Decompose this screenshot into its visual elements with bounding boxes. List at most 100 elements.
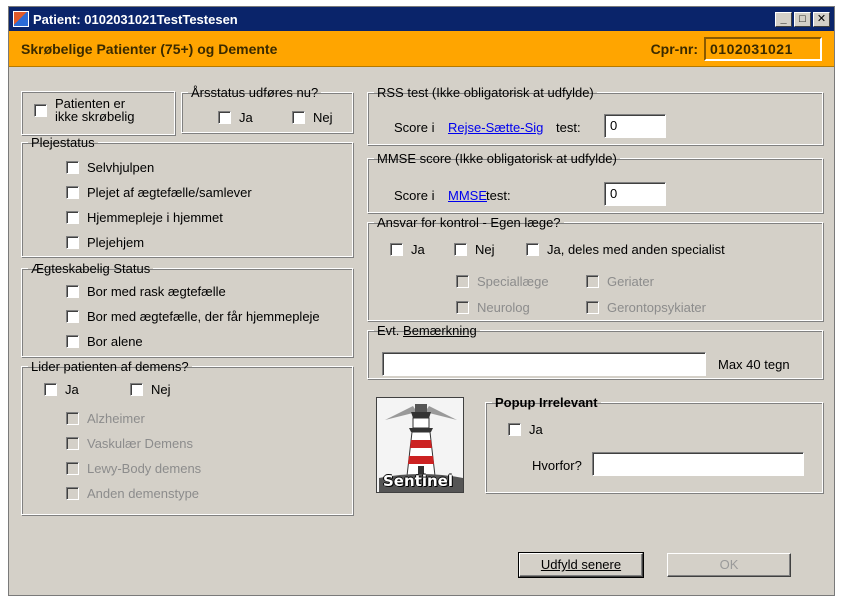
responsibility-shared-checkbox[interactable] [526,243,539,256]
minimize-button[interactable]: _ [775,11,792,27]
mmse-group: MMSE score (Ikke obligatorisk at udfylde… [367,151,823,213]
specialist-label: Geriater [607,274,654,289]
mmse-legend: MMSE score (Ikke obligatorisk at udfylde… [377,151,617,166]
dementia-type-label: Lewy-Body demens [87,461,202,476]
popup-yes[interactable]: Ja [508,422,543,437]
responsibility-no-checkbox[interactable] [454,243,467,256]
dementia-type-checkbox[interactable] [66,412,79,425]
sentinel-logo: Sentinel [376,397,464,493]
specialist-item[interactable]: Gerontopsykiater [586,300,706,315]
marital-status-item[interactable]: Bor med ægtefælle, der får hjemmepleje [66,309,320,324]
fragile-label-line2: ikke skrøbelig [55,109,135,124]
specialist-item[interactable]: Neurolog [456,300,530,315]
fragile-label: Patienten er ikke skrøbelig [55,97,134,123]
care-status-item[interactable]: Plejehjem [66,235,144,250]
app-icon [13,11,29,27]
dementia-type-item[interactable]: Vaskulær Demens [66,436,193,451]
annual-status-no-checkbox[interactable] [292,111,305,124]
marital-status-legend: Ægteskabelig Status [31,261,151,276]
popup-why-label: Hvorfor? [532,458,582,473]
specialist-checkbox[interactable] [586,275,599,288]
fill-later-button[interactable]: Udfyld senere [518,552,644,578]
remark-group: Evt. Bemærkning Max 40 tegn [367,323,823,379]
responsibility-legend: Ansvar for kontrol - Egen læge? [377,215,561,230]
fragile-checkbox[interactable] [34,103,47,117]
dementia-type-item[interactable]: Anden demenstype [66,486,199,501]
remark-max-label: Max 40 tegn [718,357,790,372]
rss-link[interactable]: Rejse-Sætte-Sig [448,120,543,135]
care-status-checkbox[interactable] [66,161,79,174]
marital-status-checkbox[interactable] [66,285,79,298]
annual-status-yes[interactable]: Ja [218,110,253,125]
dementia-type-item[interactable]: Lewy-Body demens [66,461,201,476]
care-status-checkbox[interactable] [66,186,79,199]
specialist-item[interactable]: Speciallæge [456,274,549,289]
remark-legend: Evt. Bemærkning [374,323,480,338]
dementia-no-checkbox[interactable] [130,383,143,396]
dementia-type-label: Vaskulær Demens [87,436,193,451]
title-bar[interactable]: Patient: 0102031021TestTestesen _ □ ✕ [9,7,834,31]
annual-status-no[interactable]: Nej [292,110,333,125]
dementia-type-checkbox[interactable] [66,487,79,500]
mmse-suffix: test: [486,188,511,203]
specialist-checkbox[interactable] [456,301,469,314]
window-controls: _ □ ✕ [775,11,830,27]
marital-status-item[interactable]: Bor med rask ægtefælle [66,284,226,299]
marital-status-item[interactable]: Bor alene [66,334,143,349]
marital-status-checkbox[interactable] [66,310,79,323]
dementia-type-checkbox[interactable] [66,437,79,450]
care-status-label: Hjemmepleje i hjemmet [87,210,223,225]
dementia-yes-checkbox[interactable] [44,383,57,396]
close-button[interactable]: ✕ [813,11,830,27]
cpr-field: 0102031021 [704,36,822,61]
specialist-label: Gerontopsykiater [607,300,706,315]
dementia-no-label: Nej [151,382,171,397]
annual-status-yes-checkbox[interactable] [218,111,231,124]
specialist-item[interactable]: Geriater [586,274,654,289]
dementia-type-checkbox[interactable] [66,462,79,475]
dementia-type-label: Alzheimer [87,411,145,426]
dementia-yes[interactable]: Ja [44,382,79,397]
rss-legend: RSS test (Ikke obligatorisk at udfylde) [377,85,594,100]
responsibility-yes[interactable]: Ja [390,242,425,257]
specialist-checkbox[interactable] [456,275,469,288]
responsibility-no[interactable]: Nej [454,242,495,257]
ok-button[interactable]: OK [667,553,791,577]
cpr-label: Cpr-nr: [650,40,698,57]
popup-group: Popup Irrelevant Ja Hvorfor? [485,395,823,493]
maximize-button[interactable]: □ [794,11,811,27]
dementia-type-label: Anden demenstype [87,486,200,501]
responsibility-yes-label: Ja [411,242,425,257]
care-status-item[interactable]: Plejet af ægtefælle/samlever [66,185,252,200]
care-status-checkbox[interactable] [66,236,79,249]
annual-status-no-label: Nej [313,110,333,125]
rss-prefix: Score i [394,120,435,135]
responsibility-yes-checkbox[interactable] [390,243,403,256]
annual-status-group: Årsstatus udføres nu? Ja Nej [181,85,353,133]
responsibility-group: Ansvar for kontrol - Egen læge? Ja Nej J… [367,215,823,321]
remark-legend-link: Bemærkning [403,323,477,338]
marital-status-checkbox[interactable] [66,335,79,348]
page-title: Skrøbelige Patienter (75+) og Demente [21,40,278,57]
fragile-option[interactable]: Patienten er ikke skrøbelig [34,97,134,123]
dementia-type-item[interactable]: Alzheimer [66,411,145,426]
fill-later-label: Udfyld senere [540,557,622,572]
annual-status-legend: Årsstatus udføres nu? [191,85,319,100]
rss-score-input[interactable]: 0 [604,114,666,138]
patient-window: Patient: 0102031021TestTestesen _ □ ✕ Sk… [8,6,835,596]
marital-status-group: Ægteskabelig Status Bor med rask ægtefæl… [21,261,353,357]
popup-yes-checkbox[interactable] [508,423,521,436]
care-status-item[interactable]: Hjemmepleje i hjemmet [66,210,223,225]
remark-input[interactable] [382,352,706,376]
specialist-checkbox[interactable] [586,301,599,314]
mmse-link[interactable]: MMSE [448,188,487,203]
care-status-label: Plejet af ægtefælle/samlever [87,185,252,200]
care-status-checkbox[interactable] [66,211,79,224]
mmse-score-input[interactable]: 0 [604,182,666,206]
responsibility-shared[interactable]: Ja, deles med anden specialist [526,242,725,257]
mmse-prefix: Score i [394,188,435,203]
popup-why-input[interactable] [592,452,804,476]
care-status-item[interactable]: Selvhjulpen [66,160,154,175]
care-status-legend: Plejestatus [31,135,95,150]
dementia-no[interactable]: Nej [130,382,171,397]
